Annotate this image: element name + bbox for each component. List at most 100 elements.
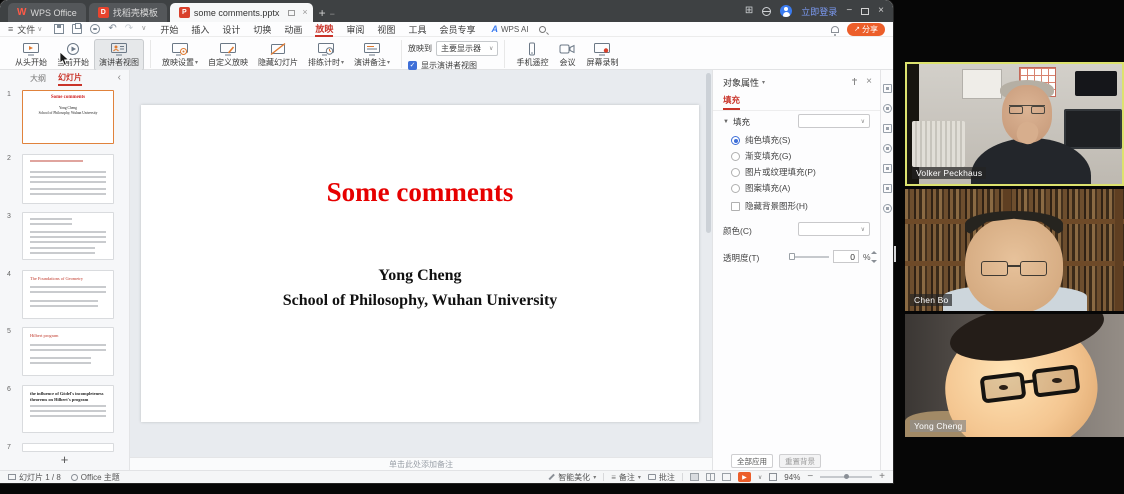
file-menu[interactable]: 文件 [17,23,35,36]
transparency-spinner[interactable] [871,251,878,263]
zoom-in-button[interactable]: + [879,472,885,482]
tab-close-icon[interactable]: × [302,8,307,17]
presenter-view-button[interactable]: 演讲者视图 [94,39,144,71]
pattern-fill-option[interactable]: 图案填充(A) [731,182,790,194]
tab-review[interactable]: 审阅 [346,22,364,37]
search-icon[interactable] [539,26,546,33]
tab-view[interactable]: 视图 [377,22,395,37]
transparency-value-input[interactable]: 0 [833,250,859,263]
cloud-sync-icon[interactable] [90,24,100,34]
tab-transition[interactable]: 切换 [253,22,271,37]
fit-window-icon[interactable] [769,473,777,481]
tab-tools[interactable]: 工具 [408,22,426,37]
slides-tab[interactable]: 幻灯片 [58,72,82,86]
reset-background-button[interactable]: 重置背景 [779,454,821,468]
apply-all-button[interactable]: 全部应用 [731,454,773,468]
play-slideshow-button[interactable]: ▶ [738,472,751,482]
tab-list-icon[interactable]: − [330,9,335,19]
notes-button[interactable]: ≡ 备注 ▾ [611,472,641,483]
fill-tab[interactable]: 填充 [723,94,740,110]
play-options-caret-icon[interactable]: ∨ [758,474,762,481]
rehearse-timing-button[interactable]: 排练计时▾ [303,39,349,71]
thumbnail-slide-1[interactable]: Some comments Yong Cheng School of Philo… [22,90,114,144]
video-tile-chenbo[interactable]: Chen Bo [905,189,1124,311]
tab-home[interactable]: 开始 [160,22,178,37]
hide-background-checkbox[interactable] [731,202,740,211]
pattern-fill-radio[interactable] [731,184,740,193]
thumbnail-slide-6[interactable]: the influence of Gödel's incompleteness … [22,385,114,433]
fill-preset-select[interactable]: ∨ [798,114,870,128]
slide-title[interactable]: Some comments [141,177,699,208]
sidebar-strip-icon-7[interactable] [883,204,892,213]
zoom-slider-track[interactable] [820,476,872,478]
solid-fill-option[interactable]: 纯色填充(S) [731,134,790,146]
tab-animation[interactable]: 动画 [284,22,302,37]
wps-home-tab[interactable]: W WPS Office [8,3,86,22]
print-icon[interactable] [72,24,82,34]
collapse-panel-icon[interactable]: ‹ [118,72,121,83]
quick-access-more-icon[interactable]: ∨ [141,24,146,34]
zoom-out-button[interactable]: − [807,472,813,482]
file-caret-icon[interactable]: ∨ [37,25,42,33]
normal-view-button[interactable] [690,473,699,481]
redo-icon[interactable]: ↷ [125,24,133,34]
share-button[interactable]: ↗ 分享 [847,23,885,36]
hide-slide-button[interactable]: 隐藏幻灯片 [253,39,303,71]
sidebar-strip-icon-2[interactable] [883,104,892,113]
reading-view-button[interactable] [722,473,731,481]
document-tab[interactable]: P some comments.pptx × [170,3,313,22]
video-tile-yongcheng[interactable]: Yong Cheng [905,314,1124,437]
spinner-down-icon[interactable] [871,260,877,263]
transparency-slider-track[interactable] [791,256,829,258]
tab-insert[interactable]: 插入 [191,22,209,37]
fill-section-header[interactable]: ▼ 填充 [723,116,750,128]
gradient-fill-radio[interactable] [731,152,740,161]
picture-fill-option[interactable]: 图片或纹理填充(P) [731,166,816,178]
video-tile-volker[interactable]: Volker Peckhaus [905,62,1124,186]
add-slide-button[interactable]: + [0,452,129,467]
gradient-fill-option[interactable]: 渐变填充(G) [731,150,791,162]
undo-icon[interactable]: ↶ [108,24,116,34]
save-icon[interactable] [54,24,64,34]
tab-preview-icon[interactable] [288,10,295,16]
meeting-button[interactable]: 会议 [553,39,581,71]
transparency-slider-thumb[interactable] [789,253,795,260]
thumbnail-slide-7[interactable] [22,443,114,452]
panel-title-caret-icon[interactable]: ▾ [762,79,765,86]
thumbnail-slide-5[interactable]: Hilbert program [22,327,114,376]
custom-show-button[interactable]: 自定义放映 [203,39,253,71]
speaker-notes-button[interactable]: 演讲备注▾ [349,39,395,71]
slide-affiliation[interactable]: School of Philosophy, Wuhan University [141,292,699,310]
phone-remote-button[interactable]: 手机遥控 [511,39,553,71]
thumbnail-slide-4[interactable]: The Foundations of Geometry [22,270,114,319]
hide-background-option[interactable]: 隐藏背景图形(H) [731,200,808,212]
tab-member[interactable]: 会员专享 [439,22,475,37]
hamburger-icon[interactable]: ≡ [8,24,13,34]
workspace-grid-icon[interactable]: ⊞ [745,6,753,16]
color-select[interactable]: ∨ [798,222,870,236]
screen-record-button[interactable]: 屏幕录制 [581,39,623,71]
notification-bell-icon[interactable] [831,26,839,33]
show-settings-button[interactable]: 放映设置▾ [157,39,203,71]
slide-author[interactable]: Yong Cheng [141,267,699,285]
sidebar-strip-icon-5[interactable] [883,164,892,173]
globe-icon[interactable] [762,7,771,16]
participants-scrollbar[interactable] [894,246,896,262]
zoom-level[interactable]: 94% [784,473,800,482]
display-monitor-select[interactable]: 主要显示器 ∨ [436,41,498,56]
login-link[interactable]: 立即登录 [801,5,837,18]
window-close-button[interactable]: × [878,6,884,16]
docer-tab[interactable]: D 找稻壳模板 [89,3,167,22]
thumbnail-slide-3[interactable] [22,212,114,260]
thumbnail-slide-2[interactable] [22,154,114,204]
show-presenter-checkbox[interactable]: ✓ [408,61,417,70]
picture-fill-radio[interactable] [731,168,740,177]
outline-tab[interactable]: 大纲 [30,73,46,84]
spinner-up-icon[interactable] [871,251,877,254]
maximize-button[interactable] [861,8,869,15]
beautify-button[interactable]: 智能美化 ▾ [547,472,596,483]
sidebar-strip-icon-4[interactable] [883,144,892,153]
sidebar-strip-icon-6[interactable] [883,184,892,193]
minimize-button[interactable]: − [846,6,852,16]
from-beginning-button[interactable]: 从头开始 [10,39,52,71]
